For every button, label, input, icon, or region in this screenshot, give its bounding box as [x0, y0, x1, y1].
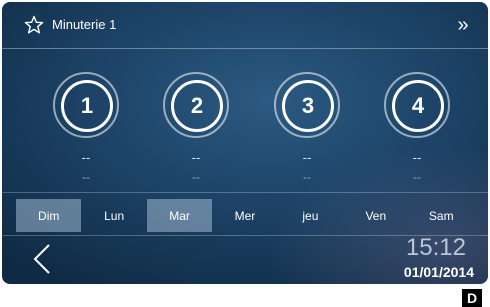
header-bar: Minuterie 1 »: [2, 2, 488, 49]
timer-screen: Minuterie 1 » 1 -- -- 2 -- -- 3 -- -- 4 …: [2, 2, 488, 284]
timer-number: 1: [61, 80, 113, 132]
day-button-ven[interactable]: Ven: [343, 199, 408, 232]
page-title: Minuterie 1: [52, 17, 117, 32]
timer-subvalue: --: [303, 170, 311, 184]
timer-ring[interactable]: 2: [163, 72, 229, 138]
timer-ring[interactable]: 1: [53, 72, 119, 138]
day-button-dim[interactable]: Dim: [16, 199, 82, 232]
timer-number: 4: [392, 80, 444, 132]
timer-slot-4[interactable]: 4 -- --: [382, 72, 452, 184]
star-icon[interactable]: [24, 15, 44, 35]
timer-subvalue: --: [82, 170, 90, 184]
clock-time: 15:12: [405, 234, 466, 261]
timer-value: --: [191, 150, 201, 165]
clock-date: 01/01/2014: [403, 264, 474, 280]
double-chevron-right-icon[interactable]: »: [452, 14, 474, 36]
timer-number: 2: [171, 80, 223, 132]
day-selector: Dim Lun Mar Mer jeu Ven Sam: [16, 199, 474, 232]
day-button-sam[interactable]: Sam: [409, 199, 474, 232]
day-button-lun[interactable]: Lun: [81, 199, 146, 232]
timer-slot-3[interactable]: 3 -- --: [272, 72, 342, 184]
figure-label: D: [462, 289, 482, 307]
divider: [2, 192, 488, 193]
day-button-mar[interactable]: Mar: [146, 199, 213, 232]
timer-ring[interactable]: 4: [384, 72, 450, 138]
timer-number: 3: [282, 80, 334, 132]
day-button-jeu[interactable]: jeu: [278, 199, 343, 232]
day-button-mer[interactable]: Mer: [212, 199, 277, 232]
chevron-left-icon[interactable]: [30, 242, 54, 276]
timer-value: --: [302, 150, 312, 165]
timer-slot-1[interactable]: 1 -- --: [51, 72, 121, 184]
timer-subvalue: --: [413, 170, 421, 184]
timer-value: --: [81, 150, 91, 165]
timer-slot-2[interactable]: 2 -- --: [161, 72, 231, 184]
timer-subvalue: --: [192, 170, 200, 184]
timer-ring[interactable]: 3: [274, 72, 340, 138]
timer-value: --: [412, 150, 422, 165]
